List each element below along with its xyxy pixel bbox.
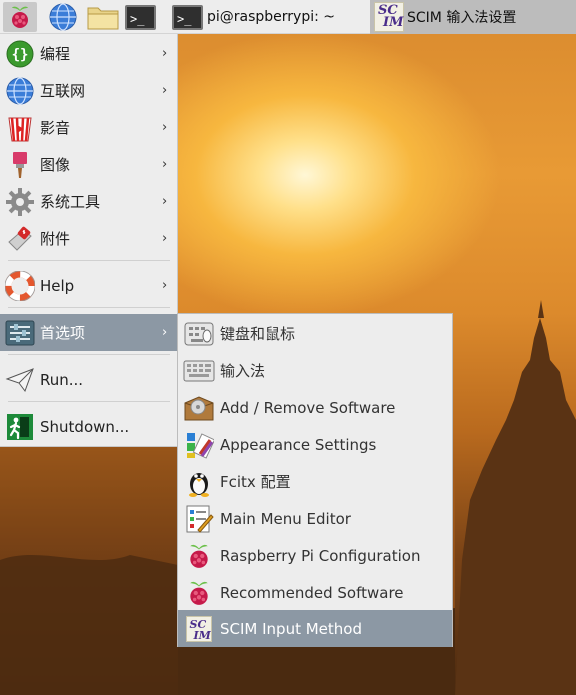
main-menu: {} 编程 › 互联网 › 影音 › 图像 › 系统工具 › 附件 › Help… <box>0 34 178 447</box>
menu-editor-icon <box>178 504 219 534</box>
preferences-submenu: 键盘和鼠标 输入法 Add / Remove Software Appearan… <box>177 313 453 647</box>
menu-item-label: 影音 <box>40 119 71 137</box>
menu-item-programming[interactable]: {} 编程 › <box>0 35 178 72</box>
menu-item-label: 编程 <box>40 45 71 63</box>
submenu-item-keyboard-mouse[interactable]: 键盘和鼠标 <box>178 315 452 352</box>
help-lifebuoy-icon <box>0 270 40 301</box>
terminal-launcher[interactable]: >_ <box>125 3 159 31</box>
submenu-item-label: 输入法 <box>220 362 266 380</box>
menu-item-sound-video[interactable]: 影音 › <box>0 109 178 146</box>
submenu-arrow-icon: › <box>162 120 168 135</box>
penguin-icon <box>178 467 219 497</box>
menu-separator <box>8 307 170 308</box>
menu-separator <box>8 260 170 261</box>
scim-icon: SC IM <box>374 2 404 32</box>
top-panel: >_ >_ pi@raspberrypi: ~ SC IM SCIM 输入法设置 <box>0 0 576 34</box>
submenu-item-label: 键盘和鼠标 <box>220 325 296 343</box>
submenu-arrow-icon: › <box>162 231 168 246</box>
submenu-item-fcitx-config[interactable]: Fcitx 配置 <box>178 463 452 500</box>
web-browser-launcher[interactable] <box>48 3 80 31</box>
svg-text:{}: {} <box>12 47 29 63</box>
taskbar-scim-label: SCIM 输入法设置 <box>407 10 517 26</box>
taskbar-terminal-window[interactable]: >_ pi@raspberrypi: ~ <box>168 0 370 34</box>
shutdown-exit-icon <box>0 413 40 441</box>
menu-item-help[interactable]: Help › <box>0 267 178 304</box>
main-menu-button[interactable] <box>3 2 37 32</box>
taskbar-scim-window[interactable]: SC IM SCIM 输入法设置 <box>370 0 576 34</box>
internet-globe-icon <box>0 76 40 106</box>
input-method-keyboard-icon <box>178 359 219 383</box>
menu-item-graphics[interactable]: 图像 › <box>0 146 178 183</box>
submenu-item-scim-input-method[interactable]: SC IM SCIM Input Method <box>178 610 452 647</box>
programming-icon: {} <box>0 40 40 68</box>
sound-video-icon <box>0 113 40 143</box>
submenu-item-main-menu-editor[interactable]: Main Menu Editor <box>178 500 452 537</box>
menu-separator <box>8 354 170 355</box>
submenu-arrow-icon: › <box>162 325 168 340</box>
menu-item-run[interactable]: Run... <box>0 361 178 398</box>
menu-item-shutdown[interactable]: Shutdown... <box>0 408 178 445</box>
raspberry-icon <box>178 578 219 608</box>
file-manager-launcher[interactable] <box>86 3 120 31</box>
preferences-icon <box>0 320 40 346</box>
terminal-icon: >_ <box>125 4 156 30</box>
globe-icon <box>49 3 77 31</box>
graphics-brush-icon <box>0 150 40 180</box>
keyboard-mouse-icon <box>178 319 219 349</box>
menu-item-label: Run... <box>40 370 84 389</box>
submenu-item-raspberry-pi-configuration[interactable]: Raspberry Pi Configuration <box>178 537 452 574</box>
submenu-item-input-method[interactable]: 输入法 <box>178 352 452 389</box>
menu-separator <box>8 401 170 402</box>
submenu-item-label: Add / Remove Software <box>220 398 396 417</box>
system-gear-icon <box>0 187 40 217</box>
submenu-item-label: Raspberry Pi Configuration <box>220 546 421 565</box>
menu-item-label: 首选项 <box>40 324 86 342</box>
folder-icon <box>87 7 119 30</box>
submenu-item-appearance-settings[interactable]: Appearance Settings <box>178 426 452 463</box>
submenu-item-label: SCIM Input Method <box>220 619 362 638</box>
submenu-arrow-icon: › <box>162 278 168 293</box>
taskbar-terminal-label: pi@raspberrypi: ~ <box>207 9 336 25</box>
menu-item-label: Shutdown... <box>40 417 130 436</box>
submenu-arrow-icon: › <box>162 157 168 172</box>
menu-item-label: 系统工具 <box>40 193 101 211</box>
submenu-arrow-icon: › <box>162 46 168 61</box>
menu-item-label: 图像 <box>40 156 71 174</box>
submenu-arrow-icon: › <box>162 194 168 209</box>
raspberry-icon <box>12 6 28 28</box>
submenu-item-label: Fcitx 配置 <box>220 473 291 491</box>
submenu-item-label: Main Menu Editor <box>220 509 351 528</box>
submenu-item-add-remove-software[interactable]: Add / Remove Software <box>178 389 452 426</box>
scim-icon: SC IM <box>178 615 219 642</box>
menu-item-system-tools[interactable]: 系统工具 › <box>0 183 178 220</box>
appearance-palette-icon <box>178 430 219 460</box>
accessories-knife-icon <box>0 224 40 254</box>
menu-item-internet[interactable]: 互联网 › <box>0 72 178 109</box>
menu-item-accessories[interactable]: 附件 › <box>0 220 178 257</box>
submenu-item-label: Appearance Settings <box>220 435 377 454</box>
submenu-item-label: Recommended Software <box>220 583 404 602</box>
menu-item-label: 附件 <box>40 230 71 248</box>
submenu-arrow-icon: › <box>162 83 168 98</box>
menu-item-label: Help <box>40 276 75 295</box>
run-paper-plane-icon <box>0 367 40 393</box>
package-box-icon <box>178 393 219 423</box>
terminal-icon: >_ <box>172 4 203 30</box>
menu-item-preferences[interactable]: 首选项 › <box>0 314 178 351</box>
submenu-item-recommended-software[interactable]: Recommended Software <box>178 574 452 611</box>
raspberry-icon <box>178 541 219 571</box>
menu-item-label: 互联网 <box>40 82 86 100</box>
